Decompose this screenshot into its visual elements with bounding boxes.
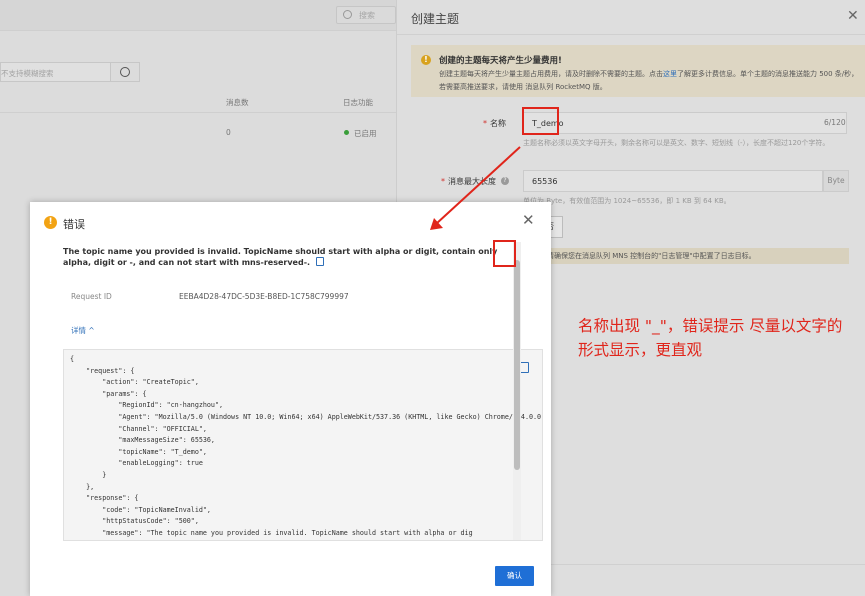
row-messages-value: 0 bbox=[226, 128, 231, 137]
error-dialog: ! 错误 ✕ The topic name you provided is in… bbox=[30, 202, 551, 596]
details-toggle[interactable]: 详情 ^ bbox=[71, 325, 95, 336]
request-id-label: Request ID bbox=[71, 292, 112, 301]
top-bar: 搜索 bbox=[0, 0, 396, 31]
request-id-value: EEBA4D28-47DC-5D3E-B8ED-1C758C799997 bbox=[179, 292, 349, 301]
notice-title: 创建的主题每天将产生少量费用! bbox=[439, 56, 562, 66]
fee-notice: ! 创建的主题每天将产生少量费用! 创建主题每天将产生少量主题占用费用，请及时删… bbox=[411, 45, 865, 97]
topic-name-input[interactable]: T_demo bbox=[523, 112, 847, 134]
max-size-label: * 消息最大长度 bbox=[441, 177, 496, 186]
dialog-scrollbar-thumb[interactable] bbox=[514, 260, 520, 470]
max-size-input[interactable]: 65536 bbox=[523, 170, 823, 192]
dialog-close-icon[interactable]: ✕ bbox=[522, 211, 535, 229]
help-icon[interactable]: ? bbox=[501, 177, 509, 185]
highlight-box-error bbox=[493, 240, 516, 267]
table-divider bbox=[0, 112, 396, 113]
pricing-link[interactable]: 这里 bbox=[663, 70, 677, 78]
confirm-button[interactable]: 确认 bbox=[495, 566, 534, 586]
max-size-hint: 单位为 Byte，有效值范围为 1024~65536，即 1 KB 到 64 K… bbox=[523, 197, 731, 205]
error-message-text: The topic name you provided is invalid. … bbox=[63, 247, 498, 267]
column-header-messages: 消息数 bbox=[226, 98, 249, 107]
copy-code-icon[interactable] bbox=[520, 362, 529, 373]
notice-text-before: 创建主题每天将产生少量主题占用费用，请及时删除不需要的主题。点击 bbox=[439, 70, 663, 78]
logging-tip: 请确保您在消息队列 MNS 控制台的"日志管理"中配置了日志目标。 bbox=[519, 248, 849, 264]
global-search-placeholder: 搜索 bbox=[359, 11, 375, 20]
search-icon bbox=[120, 67, 130, 77]
global-search-input[interactable]: 搜索 bbox=[336, 6, 396, 24]
status-dot-icon bbox=[344, 130, 349, 135]
details-code-box: { "request": { "action": "CreateTopic", … bbox=[63, 349, 543, 541]
filter-placeholder: 不支持模糊搜索 bbox=[1, 69, 54, 78]
name-char-count: 6/120 bbox=[824, 118, 846, 127]
filter-search-button[interactable] bbox=[110, 62, 140, 82]
drawer-header: 创建主题 ✕ bbox=[397, 0, 865, 35]
drawer-close-icon[interactable]: ✕ bbox=[847, 8, 859, 24]
notice-text: 创建主题每天将产生少量主题占用费用，请及时删除不需要的主题。点击这里了解更多计费… bbox=[439, 68, 861, 94]
warning-icon: ! bbox=[44, 216, 57, 229]
max-size-unit: Byte bbox=[823, 170, 849, 192]
warning-icon: ! bbox=[421, 55, 431, 65]
name-label: * 名称 bbox=[483, 119, 506, 128]
highlight-box-name bbox=[522, 107, 559, 135]
details-code: { "request": { "action": "CreateTopic", … bbox=[70, 355, 542, 537]
max-size-value: 65536 bbox=[532, 177, 558, 186]
dialog-title: 错误 bbox=[63, 218, 85, 231]
column-header-logging: 日志功能 bbox=[343, 98, 373, 107]
error-message: The topic name you provided is invalid. … bbox=[63, 246, 519, 268]
annotation-text: 名称出现 "_"，错误提示 尽量以文字的形式显示，更直观 bbox=[578, 317, 843, 359]
name-hint: 主题名称必须以英文字母开头，剩余名称可以是英文、数字、短划线（-），长度不超过1… bbox=[523, 139, 830, 147]
row-logging-value: 已启用 bbox=[354, 129, 377, 138]
copy-icon[interactable] bbox=[316, 257, 325, 266]
search-icon bbox=[343, 10, 352, 19]
drawer-title: 创建主题 bbox=[411, 12, 460, 26]
